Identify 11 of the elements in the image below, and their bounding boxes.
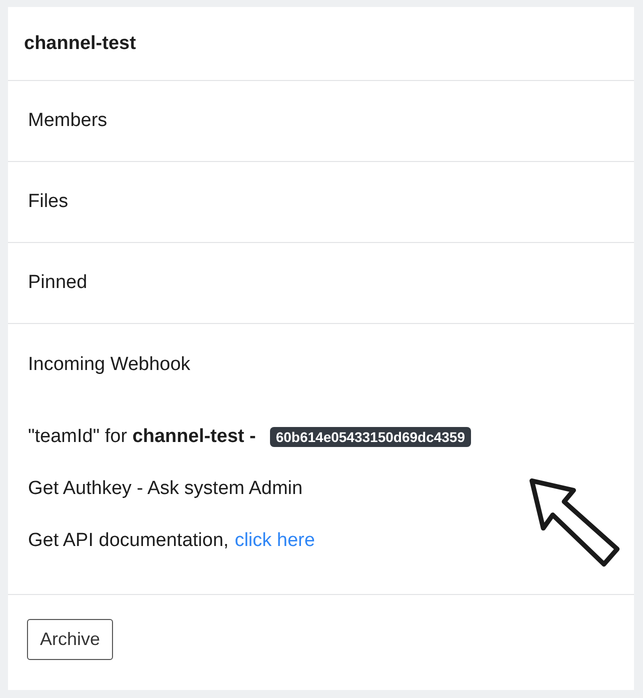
- channel-title: channel-test: [24, 32, 136, 54]
- archive-button[interactable]: Archive: [27, 619, 114, 660]
- menu-item[interactable]: Pinned: [28, 272, 88, 294]
- team-id-label: "teamId" for channel-test -: [28, 426, 256, 448]
- menu-item[interactable]: Members: [28, 110, 108, 132]
- docs-text: Get API documentation,: [28, 530, 229, 552]
- menu-item[interactable]: Files: [28, 191, 68, 213]
- authkey-text: Get Authkey - Ask system Admin: [28, 478, 303, 500]
- docs-link[interactable]: click here: [234, 530, 315, 552]
- team-id-badge: 60b614e05433150d69dc4359: [270, 427, 472, 447]
- section-title: Incoming Webhook: [28, 354, 192, 376]
